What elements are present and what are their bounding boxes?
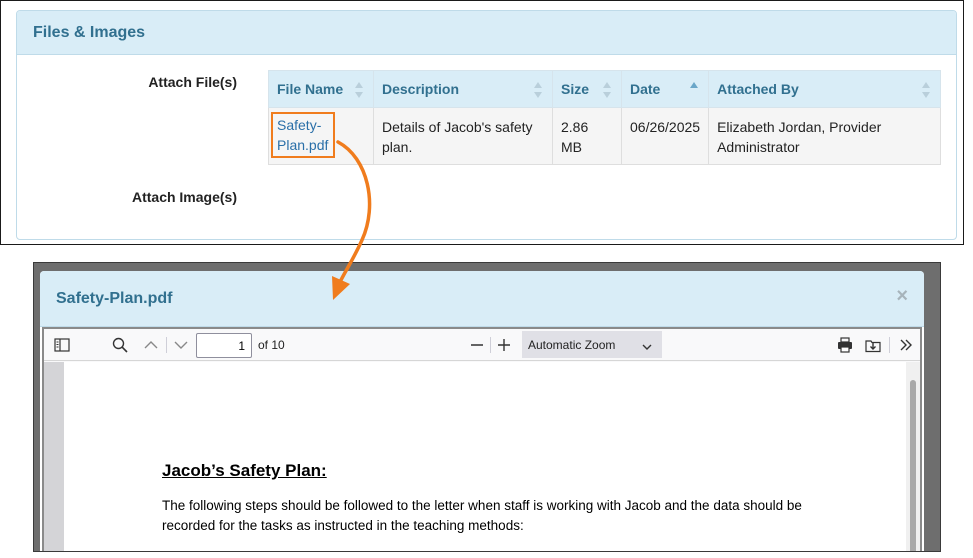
table-header-row: File Name Description Size Date Attached… <box>268 70 941 108</box>
pdf-viewer: of 10 Automatic Zoom <box>42 327 922 551</box>
modal-header: Safety-Plan.pdf × <box>40 271 924 327</box>
table-row: Safety-Plan.pdf Details of Jacob's safet… <box>268 107 941 165</box>
modal-title: Safety-Plan.pdf <box>56 289 173 307</box>
chevron-down-icon[interactable] <box>168 329 194 361</box>
sort-icon <box>355 82 363 98</box>
sort-icon <box>922 82 930 98</box>
attach-files-label: Attach File(s) <box>148 74 237 90</box>
files-images-panel: Files & Images Attach File(s) Attach Ima… <box>16 10 957 240</box>
column-header-label: Date <box>630 81 661 97</box>
column-header-date[interactable]: Date <box>620 70 710 108</box>
chevron-down-icon <box>642 340 652 354</box>
printer-icon[interactable] <box>832 329 858 361</box>
column-header-size[interactable]: Size <box>552 70 622 108</box>
chevron-up-icon[interactable] <box>138 329 164 361</box>
files-table: File Name Description Size Date Attached… <box>268 70 941 165</box>
column-header-file-name[interactable]: File Name <box>268 70 374 108</box>
page-number-input[interactable] <box>196 333 252 358</box>
toolbar-divider <box>889 337 890 353</box>
plus-icon[interactable] <box>493 329 515 361</box>
column-header-label: File Name <box>277 81 344 97</box>
toolbar-divider <box>166 337 167 353</box>
scrollbar-thumb[interactable] <box>910 380 916 551</box>
zoom-select-value: Automatic Zoom <box>528 337 616 352</box>
pdf-title: Jacob’s Safety Plan: <box>162 461 327 480</box>
pdf-body-text: The following steps should be followed t… <box>162 498 802 533</box>
column-header-description[interactable]: Description <box>373 70 553 108</box>
cell-attached-by: Elizabeth Jordan, Provider Administrator <box>708 107 941 165</box>
sort-ascending-icon <box>690 82 699 98</box>
cell-size: 2.86 MB <box>552 107 622 165</box>
modal-backdrop: Safety-Plan.pdf × of 10 <box>33 262 941 552</box>
minus-icon[interactable] <box>466 329 488 361</box>
cell-description: Details of Jacob's safety plan. <box>373 107 553 165</box>
sort-icon <box>534 82 542 98</box>
cell-date: 06/26/2025 <box>620 107 710 165</box>
pdf-modal: Safety-Plan.pdf × of 10 <box>40 271 924 551</box>
panel-title: Files & Images <box>17 11 956 55</box>
column-header-label: Attached By <box>717 81 799 97</box>
close-icon[interactable]: × <box>896 285 908 308</box>
viewer-toolbar: of 10 Automatic Zoom <box>44 329 920 361</box>
search-icon[interactable] <box>106 329 134 361</box>
file-link-safety-plan[interactable]: Safety-Plan.pdf <box>271 112 335 158</box>
download-icon[interactable] <box>860 329 886 361</box>
page-total: of 10 <box>258 338 285 352</box>
column-header-label: Description <box>382 81 460 97</box>
column-header-label: Size <box>561 81 590 97</box>
sort-icon <box>603 82 611 98</box>
toolbar-divider <box>490 337 491 353</box>
attach-images-label: Attach Image(s) <box>131 189 237 205</box>
double-chevron-right-icon[interactable] <box>894 329 918 361</box>
zoom-select[interactable]: Automatic Zoom <box>522 331 662 358</box>
sidebar-toggle-icon[interactable] <box>48 329 76 361</box>
vertical-scrollbar[interactable] <box>906 362 920 551</box>
cell-file-name: Safety-Plan.pdf <box>268 107 374 165</box>
files-images-frame: Files & Images Attach File(s) Attach Ima… <box>0 0 964 245</box>
column-header-attached-by[interactable]: Attached By <box>708 70 941 108</box>
viewer-canvas[interactable]: Jacob’s Safety Plan: The following steps… <box>44 362 920 551</box>
pdf-page: Jacob’s Safety Plan: The following steps… <box>64 362 906 551</box>
